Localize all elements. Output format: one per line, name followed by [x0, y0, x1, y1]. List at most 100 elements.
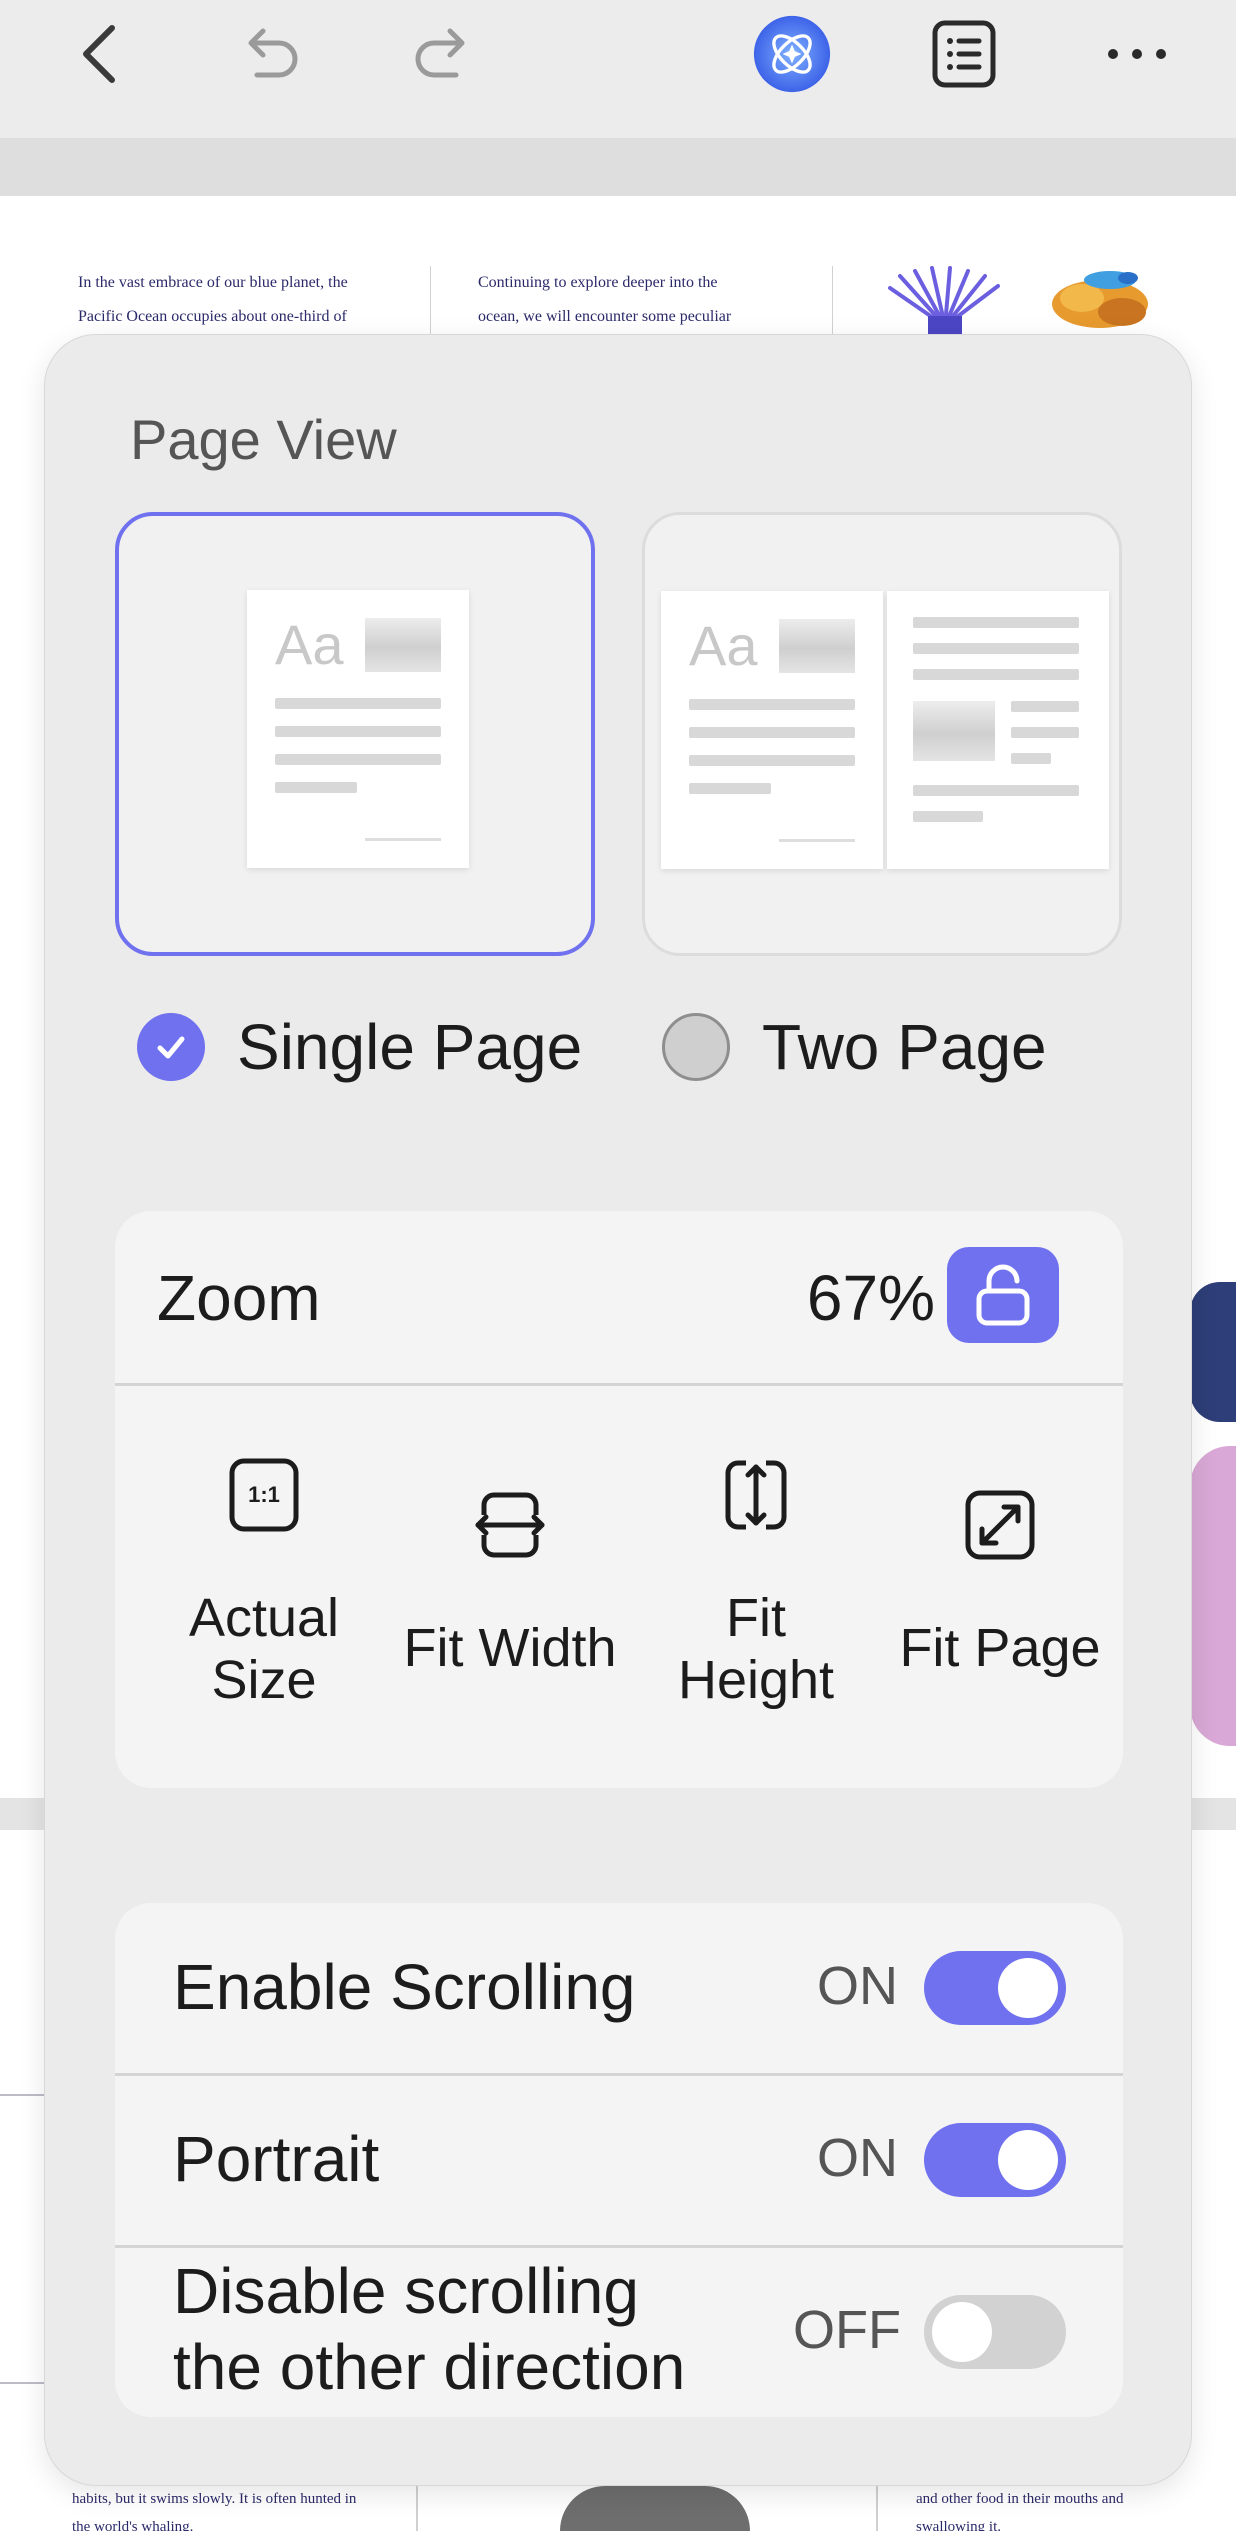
enable-scrolling-toggle[interactable]	[924, 1951, 1066, 2025]
enable-scrolling-label: Enable Scrolling	[173, 1951, 636, 2023]
doc-text-line: ocean, we will encounter some peculiar	[478, 308, 732, 325]
thumb-line	[913, 617, 1079, 628]
column-divider	[876, 2486, 878, 2531]
list-icon	[932, 20, 996, 88]
portrait-toggle[interactable]	[924, 2123, 1066, 2197]
fish-image-edge	[1190, 1282, 1236, 1422]
doc-column-2: Continuing to explore deeper into the oc…	[478, 266, 731, 334]
doc-text-line: habits, but it swims slowly. It is often…	[72, 2491, 357, 2507]
thumb-footer-line	[779, 839, 855, 842]
doc-bottom-left: habits, but it swims slowly. It is often…	[72, 2485, 356, 2531]
thumb-line	[689, 727, 855, 738]
actual-size-label: Actual Size	[139, 1587, 389, 1711]
panel-title: Page View	[130, 408, 397, 471]
sea-anemone-image	[888, 266, 1000, 336]
thumb-line	[689, 783, 771, 794]
doc-column-1: In the vast embrace of our blue planet, …	[78, 266, 348, 334]
toggle-knob	[998, 1958, 1058, 2018]
zoom-section: Zoom 67% 1:1 Actual Size Fit Width Fit H…	[115, 1211, 1123, 1788]
thumb-image	[365, 618, 441, 672]
fit-page-icon	[965, 1490, 1035, 1560]
disable-other-direction-toggle[interactable]	[924, 2295, 1066, 2369]
thumb-line	[275, 726, 441, 737]
label-line: Height	[677, 1650, 835, 1710]
whale-image	[560, 2486, 750, 2531]
fit-height-label: Fit Height	[631, 1587, 881, 1711]
two-page-radio[interactable]	[662, 1013, 730, 1081]
redo-button[interactable]	[403, 14, 483, 94]
thumb-line	[913, 669, 1079, 680]
thumb-footer-line	[365, 838, 441, 841]
thumb-line	[275, 782, 357, 793]
single-page-radio-row[interactable]: Single Page	[137, 1007, 582, 1087]
doc-text-line: Pacific Ocean occupies about one-third o…	[78, 308, 347, 325]
two-page-option-card[interactable]: Aa	[642, 512, 1122, 956]
disable-other-direction-row[interactable]: Disable scrolling the other direction OF…	[115, 2247, 1123, 2417]
single-page-radio[interactable]	[137, 1013, 205, 1081]
portrait-state: ON	[817, 2128, 898, 2188]
enable-scrolling-row[interactable]: Enable Scrolling ON	[115, 1903, 1123, 2073]
thumb-image	[779, 619, 855, 673]
thumb-line	[913, 643, 1079, 654]
label-line: Size	[211, 1650, 317, 1710]
single-page-thumbnail: Aa	[247, 590, 469, 868]
doc-text-line: swallowing it.	[916, 2519, 1001, 2531]
coral-image-edge	[1190, 1446, 1236, 1746]
undo-icon	[248, 28, 298, 78]
single-page-label: Single Page	[237, 1011, 583, 1083]
label-line: Disable scrolling	[173, 2255, 639, 2327]
fit-width-label: Fit Width	[385, 1617, 635, 1679]
doc-text-line: and other food in their mouths and	[916, 2491, 1124, 2507]
thumb-line	[275, 754, 441, 765]
thumb-image	[913, 701, 995, 761]
zoom-label: Zoom	[157, 1262, 321, 1334]
back-arrow-icon	[83, 25, 115, 83]
thumb-line	[689, 699, 855, 710]
fit-height-icon	[725, 1460, 787, 1530]
portrait-row[interactable]: Portrait ON	[115, 2075, 1123, 2245]
more-button[interactable]	[1097, 14, 1177, 94]
coral-fish-image	[1052, 271, 1148, 328]
back-button[interactable]	[60, 14, 140, 94]
single-page-option-card[interactable]: Aa	[115, 512, 595, 956]
portrait-label: Portrait	[173, 2123, 380, 2195]
actual-size-icon: 1:1	[229, 1458, 299, 1532]
thumb-line	[1011, 701, 1079, 712]
ai-assistant-icon	[753, 15, 831, 93]
redo-icon	[415, 28, 465, 78]
thumb-line	[275, 698, 441, 709]
two-page-label: Two Page	[762, 1011, 1047, 1083]
top-toolbar	[0, 0, 1236, 138]
zoom-lock-button[interactable]	[947, 1247, 1059, 1343]
two-page-right-thumbnail	[887, 591, 1109, 869]
thumb-line	[1011, 727, 1079, 738]
enable-scrolling-state: ON	[817, 1956, 898, 2016]
ai-assistant-button[interactable]	[752, 14, 832, 94]
fit-width-icon	[475, 1492, 545, 1558]
thumb-sample-text: Aa	[689, 614, 758, 677]
thumb-sample-text: Aa	[275, 613, 344, 676]
disable-other-direction-state: OFF	[793, 2300, 901, 2360]
thumb-line	[689, 755, 855, 766]
toggle-knob	[932, 2302, 992, 2362]
label-line: Actual	[188, 1588, 340, 1648]
zoom-divider	[115, 1383, 1123, 1386]
outline-button[interactable]	[924, 14, 1004, 94]
toolbar-divider-band	[0, 138, 1236, 196]
two-page-radio-row[interactable]: Two Page	[662, 1007, 1047, 1087]
unlock-icon	[976, 1264, 1030, 1326]
screen: { "document": { "col1_lines": ["In the v…	[0, 0, 1236, 2531]
thumb-line	[1011, 753, 1051, 764]
two-page-left-thumbnail: Aa	[661, 591, 883, 869]
zoom-value: 67%	[806, 1262, 935, 1334]
undo-button[interactable]	[230, 14, 310, 94]
actual-size-glyph: 1:1	[248, 1482, 280, 1507]
thumb-line	[913, 785, 1079, 796]
column-divider	[416, 2486, 418, 2531]
page-view-panel: Page View Aa Aa Single Page Two Page Zoo…	[44, 334, 1192, 2486]
doc-text-line: the world's whaling.	[72, 2519, 194, 2531]
disable-other-direction-label: Disable scrolling the other direction	[173, 2253, 685, 2405]
fit-page-label: Fit Page	[875, 1617, 1125, 1679]
toggle-knob	[998, 2130, 1058, 2190]
scroll-settings-section: Enable Scrolling ON Portrait ON Disable …	[115, 1903, 1123, 2417]
